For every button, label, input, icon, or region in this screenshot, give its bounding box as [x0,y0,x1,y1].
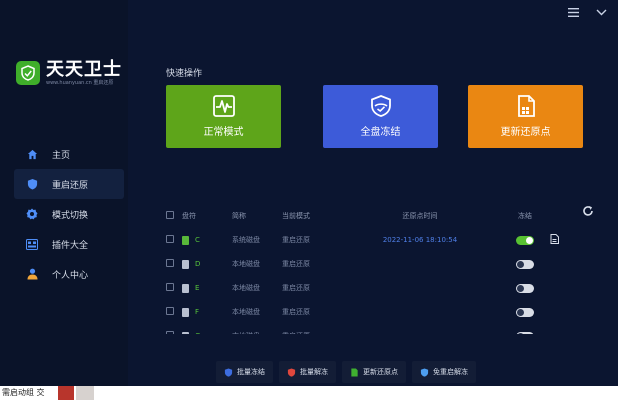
plugin-icon [26,238,38,250]
disk-name: 系统磁盘 [232,236,260,244]
sidebar-item-label: 模式切换 [52,210,89,221]
taskbar-app-icon[interactable] [76,386,94,400]
refresh-icon[interactable] [582,202,594,216]
system-disk-icon [182,235,189,245]
sidebar-item-label: 重启还原 [52,180,89,191]
section-title: 快速操作 [166,69,203,79]
sidebar-item-label: 主页 [52,150,71,161]
freeze-toggle[interactable] [516,283,534,293]
pulse-icon [212,95,235,117]
restore-file-icon[interactable] [550,234,559,246]
disk-letter: D [195,260,201,268]
disk-icon [182,283,189,293]
sidebar-item-plugins[interactable]: 插件大全 [14,229,124,259]
button-label: 免重启解冻 [433,368,468,376]
full-freeze-button[interactable]: 全盘冻结 [323,85,438,148]
unfreeze-without-restart-button[interactable]: 免重启解冻 [412,361,476,383]
restore-point-time: 2022-11-06 18:10:54 [382,236,458,244]
row-checkbox[interactable] [166,259,174,267]
update-restore-point-small-button[interactable]: 更新还原点 [342,361,406,383]
table-row: E 本地磁盘 重启还原 [166,276,578,300]
main-panel: 快速操作 正常模式 全盘冻结 更新还原点 盘符 简称 当前模式 还原点时间 冻结 [128,0,618,400]
disk-mode: 重启还原 [282,284,310,292]
row-checkbox[interactable] [166,283,174,291]
taskbar-app-icon[interactable] [58,386,74,400]
logo-subtitle: www.huanyuan.cn 重启还原 [46,80,114,86]
row-checkbox[interactable] [166,235,174,243]
sidebar-item-mode-switch[interactable]: 模式切换 [14,199,124,229]
table-scroll-edge [166,334,578,344]
freeze-toggle[interactable] [516,235,534,245]
home-icon [26,148,38,160]
disk-letter: C [195,236,200,244]
button-label: 更新还原点 [363,368,398,376]
header-mode: 当前模式 [282,212,310,220]
select-all-checkbox[interactable] [166,211,174,219]
sidebar-item-home[interactable]: 主页 [14,139,124,169]
table-row: C 系统磁盘 重启还原 2022-11-06 18:10:54 [166,228,578,252]
logo-shield-icon [16,61,40,85]
shield-icon [224,367,233,377]
freeze-toggle[interactable] [516,307,534,317]
disk-letter: E [195,284,200,292]
disk-letter: F [195,308,200,316]
table-header: 盘符 简称 当前模式 还原点时间 冻结 [166,204,578,228]
card-label: 正常模式 [203,127,244,138]
shield-icon [26,178,38,190]
disk-name: 本地磁盘 [232,308,260,316]
row-checkbox[interactable] [166,307,174,315]
sidebar-nav: 主页 重启还原 模式切换 插件大全 个人中心 [14,139,124,289]
badge-icon [26,208,38,220]
disk-mode: 重启还原 [282,308,310,316]
card-label: 全盘冻结 [360,127,401,138]
batch-unfreeze-button[interactable]: 批量解冻 [279,361,336,383]
shield-icon [287,367,296,377]
normal-mode-button[interactable]: 正常模式 [166,85,281,148]
sidebar-item-label: 个人中心 [52,270,89,281]
table-row: D 本地磁盘 重启还原 [166,252,578,276]
disk-table: 盘符 简称 当前模式 还原点时间 冻结 C 系统磁盘 重启还原 2022-11-… [166,204,578,348]
disk-mode: 重启还原 [282,260,310,268]
freeze-toggle[interactable] [516,259,534,269]
os-taskbar: 需启动组 交 [0,386,618,400]
header-time: 还原点时间 [402,212,438,220]
user-icon [26,268,38,280]
button-label: 批量解冻 [300,368,328,376]
shield-icon [420,367,429,377]
card-label: 更新还原点 [500,127,551,138]
shield-check-icon [370,95,392,117]
document-icon [350,367,359,377]
sidebar-item-profile[interactable]: 个人中心 [14,259,124,289]
header-disk: 盘符 [182,212,196,220]
disk-icon [182,259,189,269]
sidebar-item-restart-restore[interactable]: 重启还原 [14,169,124,199]
header-name: 简称 [232,212,246,220]
disk-name: 本地磁盘 [232,284,260,292]
taskbar-text: 需启动组 交 [2,388,45,397]
sidebar: 天天卫士 www.huanyuan.cn 重启还原 主页 重启还原 模式切换 插… [0,0,128,400]
bottom-action-bar: 批量冻结 批量解冻 更新还原点 免重启解冻 [216,361,476,383]
disk-icon [182,307,189,317]
batch-freeze-button[interactable]: 批量冻结 [216,361,273,383]
disk-mode: 重启还原 [282,236,310,244]
table-row: F 本地磁盘 重启还原 [166,300,578,324]
sidebar-item-label: 插件大全 [52,240,89,251]
disk-name: 本地磁盘 [232,260,260,268]
logo-title: 天天卫士 [46,59,122,80]
header-freeze: 冻结 [518,212,532,220]
button-label: 批量冻结 [237,368,265,376]
update-restore-point-button[interactable]: 更新还原点 [468,85,583,148]
document-icon [515,95,537,117]
app-logo: 天天卫士 www.huanyuan.cn 重启还原 [16,60,122,86]
